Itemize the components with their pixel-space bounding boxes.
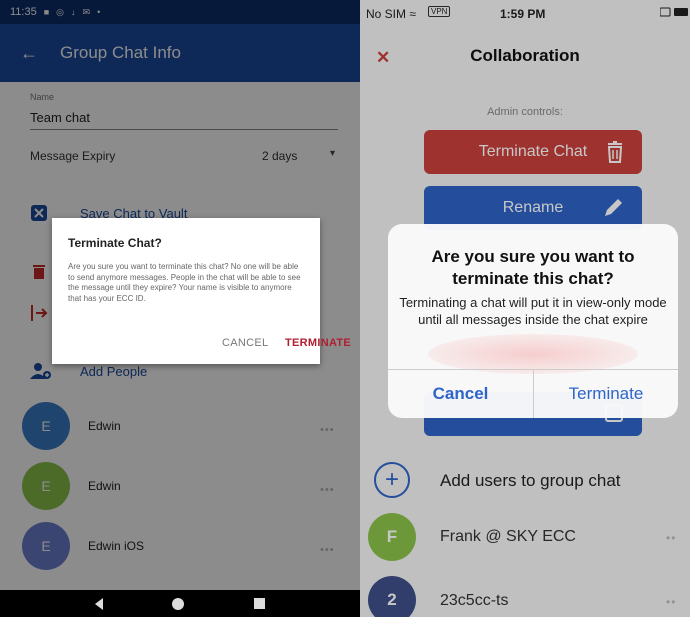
dialog-message: Are you sure you want to terminate this … xyxy=(68,262,301,303)
nav-home-icon[interactable] xyxy=(172,597,185,610)
android-screen: 11:35 ■ ◎ ↓ ✉ • ∞ ▼ ▮ ← Group Chat Info … xyxy=(0,0,360,617)
alert-title: Are you sure you want to terminate this … xyxy=(431,247,635,288)
nav-back-icon[interactable] xyxy=(94,597,103,610)
terminate-dialog: Terminate Chat? Are you sure you want to… xyxy=(52,218,351,364)
terminate-alert: Are you sure you want to terminate this … xyxy=(388,224,678,418)
dialog-title: Terminate Chat? xyxy=(68,236,162,250)
alert-message: Terminating a chat will put it in view-o… xyxy=(399,295,667,327)
cancel-button[interactable]: Cancel xyxy=(388,384,533,404)
android-nav-bar xyxy=(0,590,360,617)
ios-screen: No SIM ≈ VPN 1:59 PM ✕ Collaboration Adm… xyxy=(360,0,690,617)
alert-glow xyxy=(428,334,638,374)
nav-recents-icon[interactable] xyxy=(254,598,266,609)
terminate-button[interactable]: TERMINATE xyxy=(285,337,351,349)
terminate-button[interactable]: Terminate xyxy=(534,384,678,404)
cancel-button[interactable]: CANCEL xyxy=(222,337,268,349)
